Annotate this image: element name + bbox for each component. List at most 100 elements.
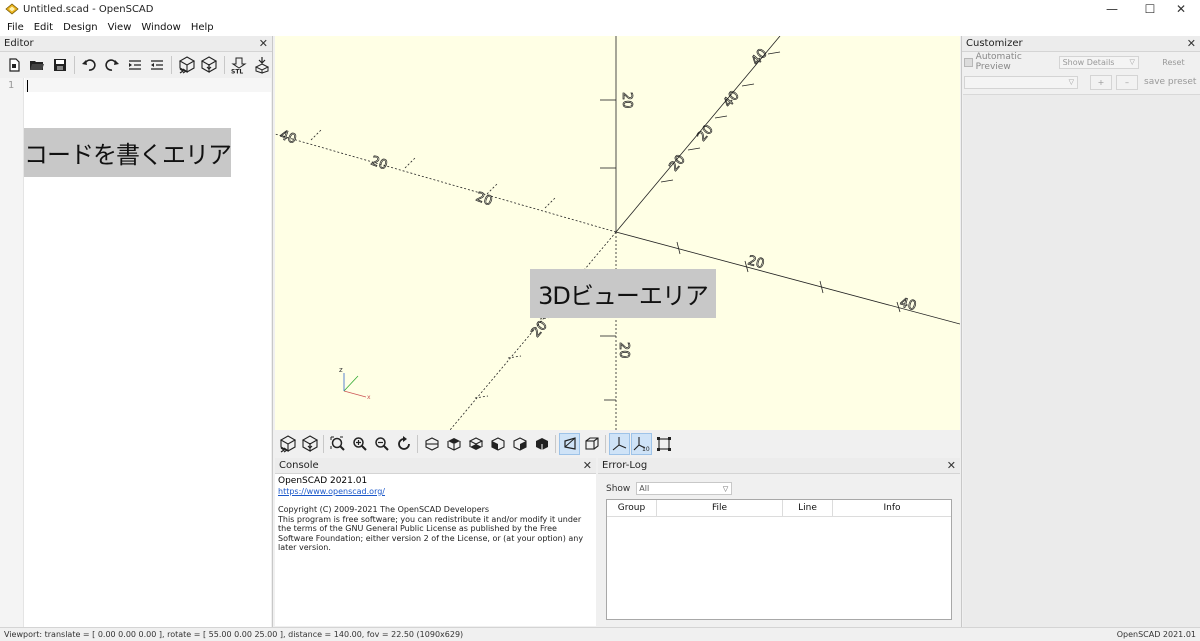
show-edges-icon[interactable] bbox=[653, 433, 674, 455]
menu-edit[interactable]: Edit bbox=[29, 22, 58, 33]
error-log-table[interactable]: Group File Line Info bbox=[606, 499, 952, 620]
show-filter-label: Show bbox=[606, 483, 631, 494]
status-bar: Viewport: translate = [ 0.00 0.00 0.00 ]… bbox=[0, 627, 1200, 641]
title-bar: Untitled.scad - OpenSCAD — ☐ ✕ bbox=[0, 0, 1200, 18]
reset-button[interactable]: Reset bbox=[1146, 55, 1200, 70]
automatic-preview-checkbox[interactable] bbox=[964, 57, 973, 67]
tick-label: 40 bbox=[749, 46, 771, 68]
view-left-icon[interactable] bbox=[487, 433, 508, 455]
view-back-icon[interactable] bbox=[531, 433, 552, 455]
console-title: Console bbox=[279, 460, 319, 471]
unindent-icon[interactable] bbox=[147, 54, 168, 76]
chevron-down-icon: ▽ bbox=[1129, 58, 1135, 66]
indent-icon[interactable] bbox=[124, 54, 145, 76]
axis-gizmo-icon: z x bbox=[339, 366, 371, 401]
preset-select[interactable]: ▽ bbox=[964, 75, 1078, 89]
show-scale-markers-icon[interactable]: 10 bbox=[631, 432, 652, 455]
export-stl-icon[interactable]: STL bbox=[229, 54, 250, 76]
orthogonal-icon[interactable] bbox=[581, 433, 602, 455]
render-icon[interactable] bbox=[299, 433, 320, 455]
svg-text:STL: STL bbox=[231, 69, 243, 75]
console-panel: Console ✕ OpenSCAD 2021.01 https://www.o… bbox=[275, 458, 596, 626]
openscad-logo-icon bbox=[5, 3, 19, 15]
tick-label: 20 bbox=[529, 318, 551, 340]
send-to-print-icon[interactable] bbox=[251, 54, 272, 76]
render-icon[interactable] bbox=[199, 54, 220, 76]
console-output[interactable]: OpenSCAD 2021.01 https://www.openscad.or… bbox=[275, 474, 596, 626]
customizer-preset-row: ▽ + – save preset bbox=[962, 73, 1200, 91]
zoom-in-icon[interactable] bbox=[349, 433, 370, 455]
save-icon[interactable] bbox=[49, 54, 70, 76]
view-all-icon[interactable] bbox=[327, 433, 348, 455]
menu-view[interactable]: View bbox=[103, 22, 137, 33]
toolbar-separator bbox=[555, 434, 556, 453]
remove-preset-button[interactable]: – bbox=[1116, 74, 1138, 90]
perspective-icon[interactable] bbox=[559, 432, 580, 455]
menu-design[interactable]: Design bbox=[58, 22, 103, 33]
view-toolbar: 10 bbox=[275, 430, 960, 457]
save-preset-button[interactable]: save preset bbox=[1144, 77, 1196, 87]
console-copyright: Copyright (C) 2009-2021 The OpenSCAD Dev… bbox=[278, 505, 490, 514]
customizer-title-bar: Customizer ✕ bbox=[962, 36, 1200, 52]
menu-bar: File Edit Design View Window Help bbox=[0, 18, 1200, 36]
column-header-info[interactable]: Info bbox=[833, 500, 951, 516]
editor-panel: Editor ✕ STL 1 コードを書くエリア bbox=[0, 36, 273, 627]
editor-title: Editor bbox=[4, 38, 34, 49]
preview-icon[interactable] bbox=[277, 433, 298, 455]
column-header-group[interactable]: Group bbox=[607, 500, 657, 516]
tick-label: 20 bbox=[616, 342, 631, 359]
console-close-button[interactable]: ✕ bbox=[583, 459, 592, 472]
customizer-close-button[interactable]: ✕ bbox=[1187, 37, 1196, 50]
show-details-select[interactable]: Show Details ▽ bbox=[1058, 55, 1139, 69]
show-filter-row: Show All ▽ bbox=[606, 482, 733, 495]
tick-label: 40 bbox=[721, 88, 743, 110]
view-top-icon[interactable] bbox=[443, 433, 464, 455]
editor-toolbar: STL bbox=[0, 52, 272, 78]
minimize-button[interactable]: — bbox=[1093, 0, 1131, 18]
editor-close-button[interactable]: ✕ bbox=[259, 37, 268, 50]
chevron-down-icon: ▽ bbox=[722, 484, 729, 493]
toolbar-separator bbox=[223, 56, 225, 74]
tick-label: 40 bbox=[898, 295, 918, 314]
column-header-line[interactable]: Line bbox=[783, 500, 833, 516]
tick-label: 20 bbox=[619, 92, 634, 109]
redo-icon[interactable] bbox=[102, 54, 123, 76]
preview-icon[interactable] bbox=[176, 54, 197, 76]
console-website-link[interactable]: https://www.openscad.org/ bbox=[278, 487, 593, 497]
close-window-button[interactable]: ✕ bbox=[1162, 0, 1200, 18]
open-folder-icon[interactable] bbox=[27, 54, 48, 76]
zoom-out-icon[interactable] bbox=[371, 433, 392, 455]
show-filter-value: All bbox=[639, 484, 650, 493]
reset-view-icon[interactable] bbox=[393, 433, 414, 455]
tick-label: 20 bbox=[746, 253, 766, 272]
customizer-parameters-area[interactable] bbox=[963, 94, 1200, 627]
error-log-close-button[interactable]: ✕ bbox=[947, 459, 956, 472]
menu-help[interactable]: Help bbox=[186, 22, 219, 33]
automatic-preview-label: Automatic Preview bbox=[975, 52, 1022, 72]
version-status: OpenSCAD 2021.01 bbox=[1116, 630, 1196, 639]
view-front-icon[interactable] bbox=[509, 433, 530, 455]
customizer-panel: Customizer ✕ Automatic Preview Show Deta… bbox=[961, 36, 1200, 627]
3d-viewport[interactable]: 20 40 20 40 20 40 20 20 20 20 20 40 z x … bbox=[275, 36, 960, 430]
error-log-body: Show All ▽ Group File Line Info bbox=[598, 474, 960, 626]
console-title-bar: Console ✕ bbox=[275, 458, 596, 474]
toolbar-separator bbox=[73, 56, 75, 74]
view-right-icon[interactable] bbox=[421, 433, 442, 455]
error-log-panel: Error-Log ✕ Show All ▽ Group File Line I… bbox=[598, 458, 960, 626]
axes-drawing: 20 40 20 40 20 40 20 20 20 20 20 40 z x bbox=[275, 36, 960, 430]
column-header-file[interactable]: File bbox=[657, 500, 783, 516]
svg-text:10: 10 bbox=[642, 446, 650, 452]
menu-window[interactable]: Window bbox=[136, 22, 185, 33]
console-license-line: This program is free software; you can r… bbox=[278, 514, 582, 524]
show-axes-icon[interactable] bbox=[609, 432, 630, 455]
tick-label: 20 bbox=[474, 190, 495, 210]
new-file-icon[interactable] bbox=[4, 54, 25, 76]
show-filter-select[interactable]: All ▽ bbox=[636, 482, 733, 495]
undo-icon[interactable] bbox=[79, 54, 100, 76]
add-preset-button[interactable]: + bbox=[1090, 74, 1112, 90]
tick-label: 20 bbox=[369, 154, 390, 174]
editor-area-annotation: コードを書くエリア bbox=[24, 128, 232, 177]
tick-label: 20 bbox=[695, 122, 717, 144]
view-bottom-icon[interactable] bbox=[465, 433, 486, 455]
menu-file[interactable]: File bbox=[2, 22, 29, 33]
